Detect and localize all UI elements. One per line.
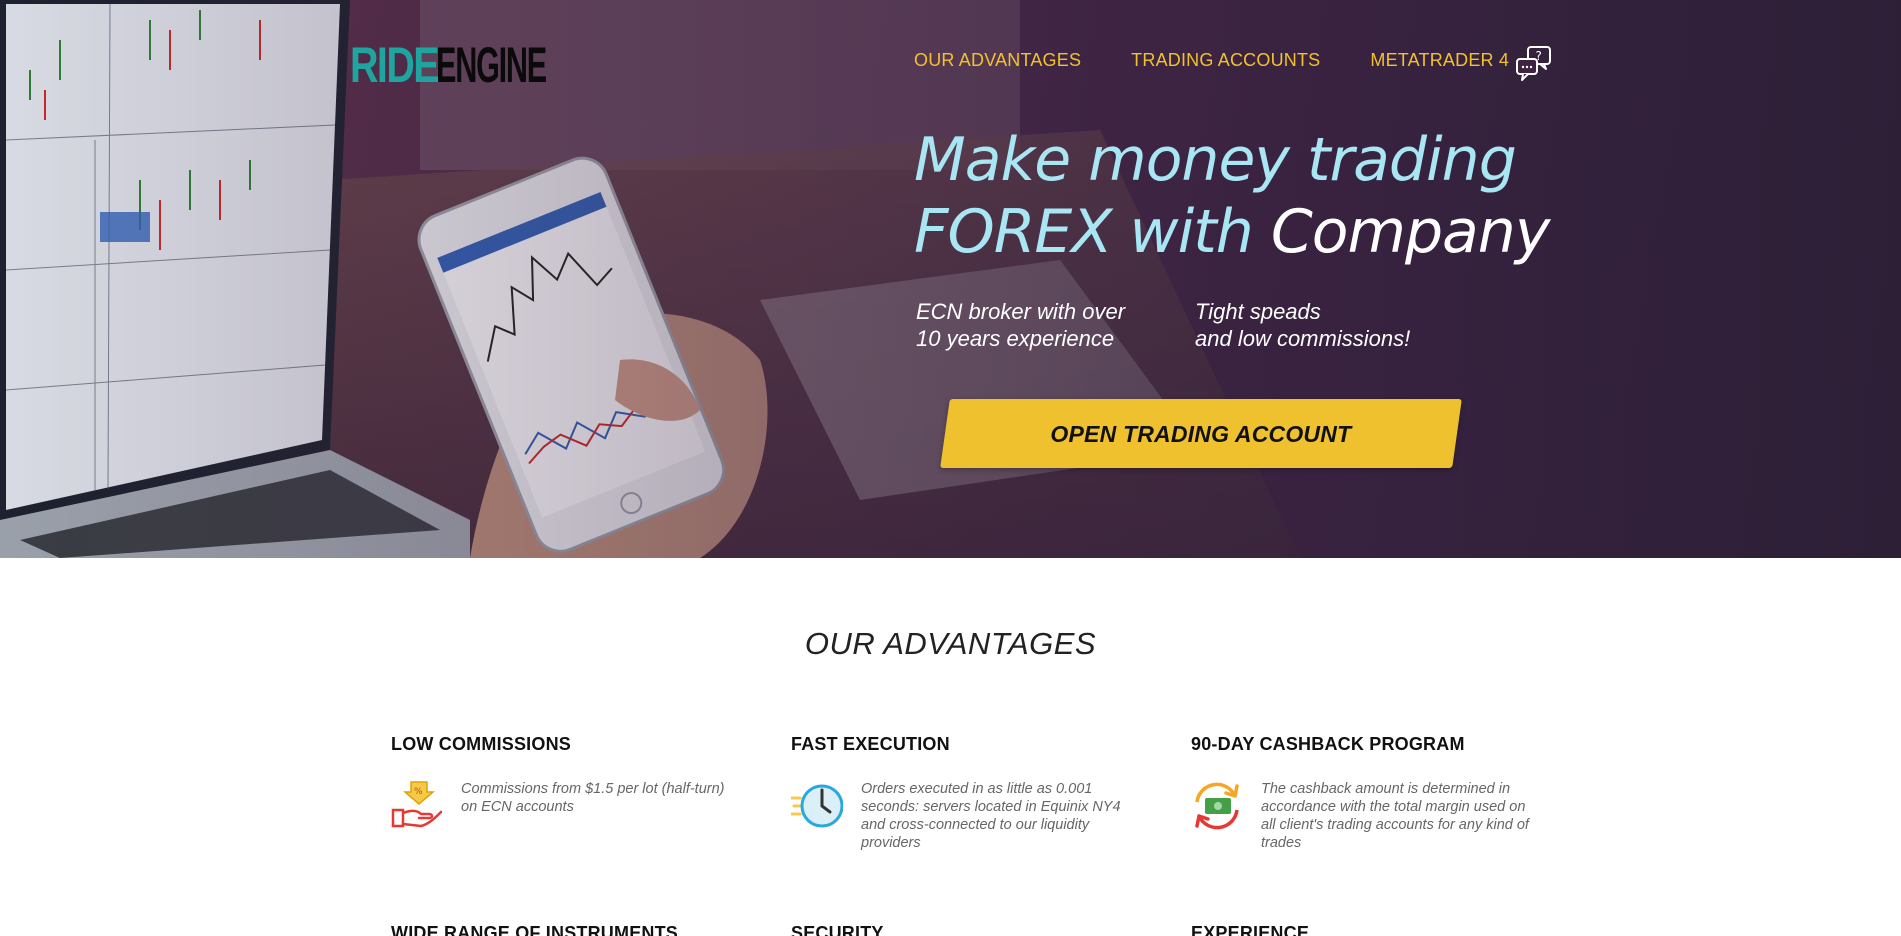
logo-text-left: RIDE (350, 37, 439, 88)
hero-section: RIDE ENGINE OUR ADVANTAGES TRADING ACCOU… (0, 0, 1901, 558)
advantage-text: Orders executed in as little as 0.001 se… (861, 781, 1121, 851)
advantage-low-commissions: LOW COMMISSIONS % Commissions from $1.5 … (391, 734, 751, 828)
headline-line-2b: Company (1270, 197, 1550, 267)
hero-sub-left: ECN broker with over 10 years experience (916, 299, 1126, 351)
nav-metatrader-4[interactable]: METATRADER 4 (1370, 50, 1509, 71)
advantage-title: FAST EXECUTION (791, 734, 950, 754)
nav-trading-accounts[interactable]: TRADING ACCOUNTS (1131, 50, 1320, 71)
advantage-title: EXPERIENCE (1191, 923, 1310, 936)
advantage-title: WIDE RANGE OF INSTRUMENTS (391, 923, 678, 936)
svg-text:%: % (414, 787, 423, 797)
advantage-fast-execution: FAST EXECUTION Orders executed in as lit… (791, 734, 1151, 851)
advantage-title: LOW COMMISSIONS (391, 734, 571, 754)
cashback-icon (1195, 782, 1239, 830)
logo-icon: RIDE ENGINE (350, 37, 548, 88)
advantage-title: SECURITY (791, 923, 884, 936)
advantage-experience: EXPERIENCE (1191, 923, 1551, 936)
advantage-instruments: WIDE RANGE OF INSTRUMENTS (391, 923, 751, 936)
headline-line-2a: FOREX with (914, 197, 1271, 267)
cta-label: OPEN TRADING ACCOUNT (1050, 421, 1352, 447)
hero-headline: Make money trading FOREX with Company (914, 124, 1550, 268)
advantage-security: SECURITY (791, 923, 1151, 936)
clock-icon (791, 784, 843, 828)
open-trading-account-button[interactable]: OPEN TRADING ACCOUNT (940, 399, 1462, 468)
advantage-cashback: 90-DAY CASHBACK PROGRAM The cashback amo… (1191, 734, 1551, 851)
hero-sub-right: Tight speads and low commissions! (1195, 299, 1411, 351)
chat-question-icon[interactable]: ? (1514, 44, 1554, 84)
main-nav: OUR ADVANTAGES TRADING ACCOUNTS METATRAD… (914, 50, 1509, 71)
hand-percent-icon: % (391, 781, 443, 828)
logo-text-right: ENGINE (436, 37, 546, 88)
advantage-text: The cashback amount is determined in acc… (1261, 781, 1529, 851)
hero-background-illustration (0, 0, 1901, 558)
advantage-text: Commissions from $1.5 per lot (half-turn… (461, 781, 725, 815)
brand-logo[interactable]: RIDE ENGINE (350, 36, 550, 88)
headline-line-1: Make money trading (914, 125, 1517, 195)
advantage-title: 90-DAY CASHBACK PROGRAM (1191, 734, 1465, 754)
nav-our-advantages[interactable]: OUR ADVANTAGES (914, 50, 1081, 71)
advantages-title: OUR ADVANTAGES (804, 626, 1097, 661)
